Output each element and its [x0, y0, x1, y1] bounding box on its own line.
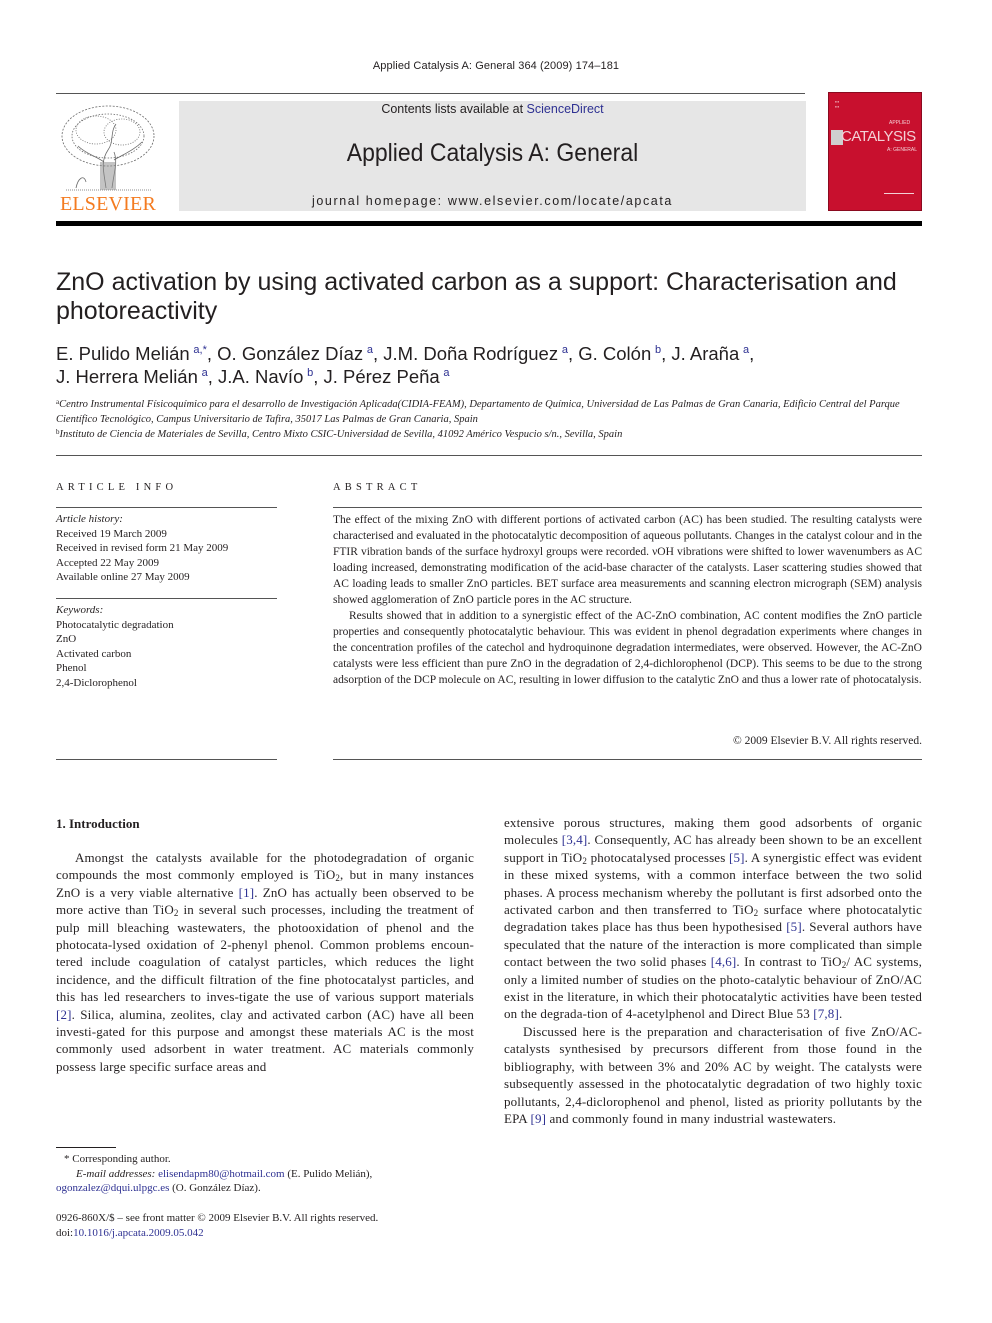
body-paragraph: Discussed here is the preparation and ch…	[504, 1023, 922, 1126]
author-list: E. Pulido Melián a,*, O. González Díaz a…	[56, 343, 755, 387]
sciencedirect-link[interactable]: ScienceDirect	[527, 102, 604, 116]
author[interactable]: O. González Díaz a	[217, 343, 373, 364]
citation-link[interactable]: [5]	[729, 850, 745, 865]
abstract-copyright: © 2009 Elsevier B.V. All rights reserved…	[733, 735, 922, 747]
info-rule	[56, 507, 277, 508]
article-info-heading: ARTICLE INFO	[56, 482, 178, 493]
contents-prefix: Contents lists available at	[381, 102, 527, 116]
history-item: Available online 27 May 2009	[56, 571, 190, 583]
citation-link[interactable]: [7,8]	[813, 1006, 839, 1021]
subscript: 2	[335, 873, 341, 884]
publisher-logo-text: ELSEVIER	[59, 193, 157, 215]
article-title: ZnO activation by using activated carbon…	[56, 268, 897, 325]
running-head: Applied Catalysis A: General 364 (2009) …	[372, 60, 620, 72]
history-item: Received 19 March 2009	[56, 527, 167, 540]
keyword: ZnO	[56, 633, 77, 645]
cover-subtitle-bottom: A: GENERAL	[887, 147, 918, 153]
doi-link[interactable]: 10.1016/j.apcata.2009.05.042	[73, 1227, 203, 1239]
subscript: 2	[841, 960, 847, 971]
body-paragraph: Amongst the catalysts available for the …	[56, 850, 474, 1074]
author[interactable]: J.M. Doña Rodríguez a	[383, 343, 568, 364]
author[interactable]: E. Pulido Melián a,*	[56, 343, 207, 364]
citation-link[interactable]: [5]	[786, 919, 802, 934]
affiliation-a: aCentro Instrumental Físicoquímico para …	[56, 398, 900, 426]
cover-title: CATALYSIS	[841, 128, 916, 145]
body-column-right: extensive porous structures, making them…	[504, 814, 922, 1127]
cover-publisher-mark	[884, 193, 914, 200]
affiliation-mark[interactable]: a	[443, 367, 449, 379]
body-column-left: Amongst the catalysts available for the …	[56, 849, 474, 1075]
section-divider	[56, 455, 922, 456]
journal-homepage[interactable]: journal homepage: www.elsevier.com/locat…	[179, 194, 806, 208]
doi-line: doi:10.1016/j.apcata.2009.05.042	[56, 1227, 204, 1239]
email-link[interactable]: ogonzalez@dqui.ulpgc.es	[56, 1182, 169, 1194]
keyword: 2,4-Diclorophenol	[56, 676, 137, 689]
keywords-label: Keywords:	[56, 604, 104, 616]
cover-volume-info: ▪▪▪ ▪▪▪	[835, 99, 840, 109]
citation-link[interactable]: [4,6]	[711, 954, 737, 969]
keyword: Photocatalytic degradation	[56, 618, 174, 631]
citation-link[interactable]: [2]	[56, 1007, 72, 1022]
keyword: Activated carbon	[56, 647, 132, 660]
author[interactable]: G. Colón b	[578, 343, 661, 364]
subscript: 2	[582, 855, 587, 866]
subscript: 2	[753, 908, 759, 919]
email-label: E-mail addresses:	[76, 1167, 156, 1180]
history-item: Received in revised form 21 May 2009	[56, 542, 229, 554]
author[interactable]: J.A. Navío b	[218, 366, 313, 387]
journal-title: Applied Catalysis A: General	[346, 139, 639, 167]
history-label: Article history:	[56, 513, 123, 525]
abstract-body: The effect of the mixing ZnO with differ…	[333, 512, 922, 688]
corresponding-author-note: * Corresponding author.	[64, 1153, 171, 1165]
journal-masthead: Contents lists available at ScienceDirec…	[179, 101, 806, 211]
info-rule	[56, 759, 277, 760]
cover-subtitle-top: APPLIED	[889, 120, 911, 126]
footnote-rule	[56, 1147, 116, 1148]
abstract-rule	[333, 759, 922, 760]
abstract-paragraph: The effect of the mixing ZnO with differ…	[333, 514, 922, 606]
issn-line: 0926-860X/$ – see front matter © 2009 El…	[56, 1212, 379, 1224]
email-line: E-mail addresses: elisendapm80@hotmail.c…	[76, 1167, 373, 1180]
section-heading-introduction: 1. Introduction	[56, 816, 140, 831]
citation-link[interactable]: [1]	[239, 885, 255, 900]
masthead-thick-rule	[56, 221, 922, 226]
journal-cover-thumbnail: ▪▪▪ ▪▪▪ APPLIED CATALYSIS A: GENERAL	[828, 92, 922, 211]
author[interactable]: J. Araña a	[671, 343, 749, 364]
abstract-heading: ABSTRACT	[333, 482, 422, 493]
keyword: Phenol	[56, 662, 87, 674]
abstract-paragraph: Results showed that in addition to a syn…	[333, 610, 922, 686]
footnotes: * Corresponding author. E-mail addresses…	[56, 1152, 486, 1196]
article-history: Article history: Received 19 March 2009 …	[56, 512, 277, 585]
affiliation-b: bInstituto de Ciencia de Materiales de S…	[56, 428, 623, 441]
info-rule	[56, 598, 277, 599]
history-item: Accepted 22 May 2009	[56, 556, 159, 569]
body-paragraph: extensive porous structures, making them…	[504, 815, 923, 1022]
front-matter: 0926-860X/$ – see front matter © 2009 El…	[56, 1211, 486, 1241]
author[interactable]: J. Pérez Peña a	[323, 366, 449, 387]
citation-link[interactable]: [9]	[531, 1111, 547, 1126]
citation-link[interactable]: [3,4]	[562, 832, 588, 847]
contents-line: Contents lists available at ScienceDirec…	[179, 102, 806, 116]
author[interactable]: J. Herrera Melián a	[56, 366, 208, 387]
affiliation-mark[interactable]: a,*	[193, 344, 206, 356]
subscript: 2	[173, 908, 179, 919]
email-link[interactable]: elisendapm80@hotmail.com	[158, 1168, 285, 1180]
affiliations: aCentro Instrumental Físicoquímico para …	[56, 397, 936, 442]
keywords: Keywords: Photocatalytic degradation ZnO…	[56, 603, 277, 690]
email-line: ogonzalez@dqui.ulpgc.es (O. González Día…	[56, 1182, 261, 1194]
header-rule	[56, 93, 805, 94]
abstract-rule	[333, 507, 922, 508]
